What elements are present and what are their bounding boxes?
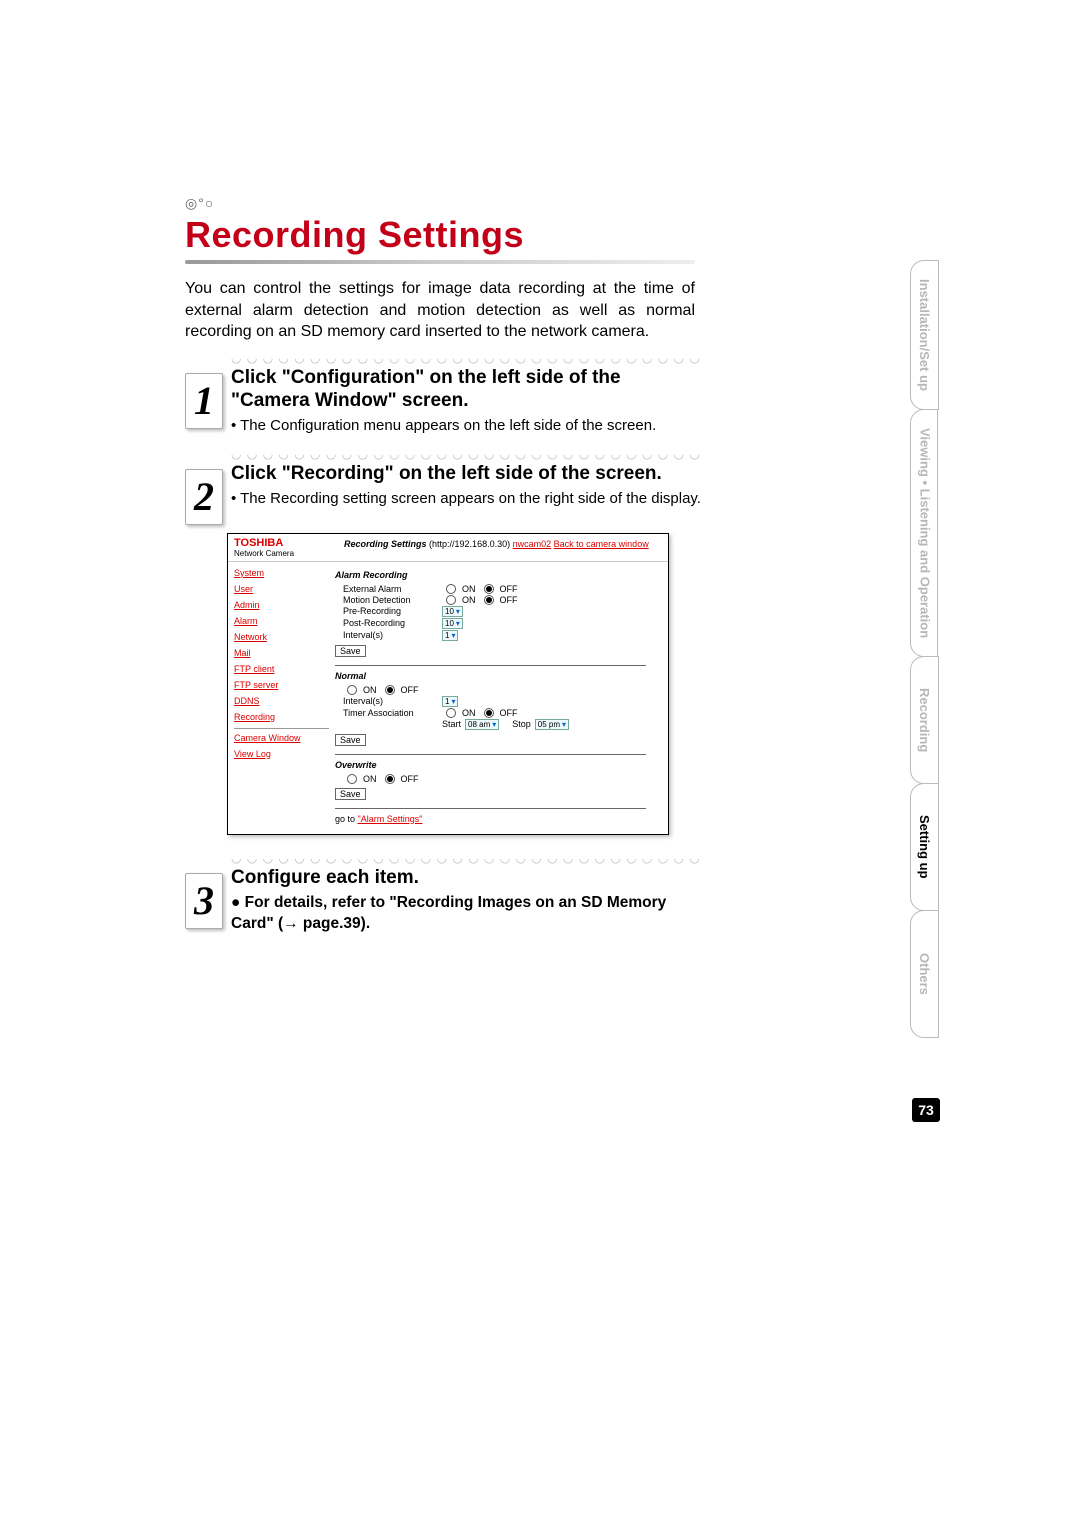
chevron-down-icon: ▾: [492, 720, 496, 729]
nav-ddns[interactable]: DDNS: [234, 696, 329, 706]
chevron-down-icon: ▾: [456, 619, 460, 628]
stop-label: Stop: [512, 719, 531, 729]
chevron-down-icon: ▾: [562, 720, 566, 729]
normal-interval-label: Interval(s): [343, 696, 438, 706]
screenshot-panel: TOSHIBA Network Camera Recording Setting…: [227, 533, 669, 835]
tab-viewing[interactable]: Viewing • Listening and Operation: [910, 409, 938, 657]
pre-rec-select[interactable]: 10▾: [442, 606, 463, 617]
step-title: Configure each item.: [231, 867, 701, 890]
pre-rec-label: Pre-Recording: [343, 606, 438, 616]
timer-on-radio[interactable]: [446, 708, 456, 718]
nav-network[interactable]: Network: [234, 632, 329, 642]
separator-dots: ◡ ◡ ◡ ◡ ◡ ◡ ◡ ◡ ◡ ◡ ◡ ◡ ◡ ◡ ◡ ◡ ◡ ◡ ◡ ◡ …: [231, 851, 701, 865]
separator-dots: ◡ ◡ ◡ ◡ ◡ ◡ ◡ ◡ ◡ ◡ ◡ ◡ ◡ ◡ ◡ ◡ ◡ ◡ ◡ ◡ …: [231, 447, 701, 461]
chevron-down-icon: ▾: [451, 697, 455, 706]
normal-save-button[interactable]: Save: [335, 734, 366, 746]
post-rec-select[interactable]: 10▾: [442, 618, 463, 629]
overwrite-on-radio[interactable]: [347, 774, 357, 784]
interval-select[interactable]: 1▾: [442, 630, 458, 641]
crumb-camera-link[interactable]: nwcam02: [513, 539, 552, 549]
ext-alarm-label: External Alarm: [343, 584, 438, 594]
off-label: OFF: [500, 708, 518, 718]
step-3: 3 ◡ ◡ ◡ ◡ ◡ ◡ ◡ ◡ ◡ ◡ ◡ ◡ ◡ ◡ ◡ ◡ ◡ ◡ ◡ …: [185, 851, 695, 936]
on-label: ON: [363, 774, 377, 784]
on-label: ON: [462, 595, 476, 605]
motion-label: Motion Detection: [343, 595, 438, 605]
intro-text: You can control the settings for image d…: [185, 278, 695, 343]
separator-dots: ◡ ◡ ◡ ◡ ◡ ◡ ◡ ◡ ◡ ◡ ◡ ◡ ◡ ◡ ◡ ◡ ◡ ◡ ◡ ◡ …: [231, 351, 701, 365]
timer-label: Timer Association: [343, 708, 438, 718]
overwrite-section-title: Overwrite: [335, 760, 662, 770]
nav-recording[interactable]: Recording: [234, 712, 329, 722]
timer-off-radio[interactable]: [484, 708, 494, 718]
config-nav: System User Admin Alarm Network Mail FTP…: [228, 562, 335, 834]
off-label: OFF: [500, 584, 518, 594]
step-title: Click "Configuration" on the left side o…: [231, 367, 701, 413]
tab-installation[interactable]: Installation/Set up: [910, 260, 939, 410]
step-number: 2: [185, 469, 223, 525]
chevron-down-icon: ▾: [451, 631, 455, 640]
header-circles-icon: ◎°○: [185, 195, 940, 212]
ext-alarm-off-radio[interactable]: [484, 584, 494, 594]
nav-camera-window[interactable]: Camera Window: [234, 733, 329, 743]
step-1: 1 ◡ ◡ ◡ ◡ ◡ ◡ ◡ ◡ ◡ ◡ ◡ ◡ ◡ ◡ ◡ ◡ ◡ ◡ ◡ …: [185, 351, 695, 441]
goto-alarm-settings-link[interactable]: "Alarm Settings": [358, 814, 423, 824]
start-select[interactable]: 08 am▾: [465, 719, 499, 730]
brand-subtitle: Network Camera: [234, 549, 344, 558]
stop-select[interactable]: 05 pm▾: [535, 719, 569, 730]
tab-others[interactable]: Others: [910, 910, 939, 1038]
tab-recording[interactable]: Recording: [910, 656, 939, 784]
nav-alarm[interactable]: Alarm: [234, 616, 329, 626]
step-bullet: • The Recording setting screen appears o…: [231, 489, 701, 509]
alarm-save-button[interactable]: Save: [335, 645, 366, 657]
on-label: ON: [462, 708, 476, 718]
ext-alarm-on-radio[interactable]: [446, 584, 456, 594]
chevron-down-icon: ▾: [456, 607, 460, 616]
normal-interval-select[interactable]: 1▾: [442, 696, 458, 707]
page-number: 73: [912, 1098, 940, 1122]
normal-off-radio[interactable]: [385, 685, 395, 695]
nav-admin[interactable]: Admin: [234, 600, 329, 610]
normal-section-title: Normal: [335, 671, 662, 681]
step-2: 2 ◡ ◡ ◡ ◡ ◡ ◡ ◡ ◡ ◡ ◡ ◡ ◡ ◡ ◡ ◡ ◡ ◡ ◡ ◡ …: [185, 447, 695, 525]
off-label: OFF: [500, 595, 518, 605]
step-title: Click "Recording" on the left side of th…: [231, 463, 701, 486]
crumb-title: Recording Settings: [344, 539, 427, 549]
nav-system[interactable]: System: [234, 568, 329, 578]
tab-setting-up[interactable]: Setting up: [910, 783, 939, 911]
on-label: ON: [462, 584, 476, 594]
off-label: OFF: [401, 774, 419, 784]
on-label: ON: [363, 685, 377, 695]
step-number: 1: [185, 373, 223, 429]
brand-logo: TOSHIBA: [234, 537, 344, 549]
section-tabs: Installation/Set up Viewing • Listening …: [910, 260, 950, 1037]
nav-ftp-client[interactable]: FTP client: [234, 664, 329, 674]
page-title: Recording Settings: [185, 214, 940, 256]
back-link[interactable]: Back to camera window: [554, 539, 649, 549]
step-number: 3: [185, 873, 223, 929]
motion-off-radio[interactable]: [484, 595, 494, 605]
overwrite-off-radio[interactable]: [385, 774, 395, 784]
step-bullet: • The Configuration menu appears on the …: [231, 416, 701, 436]
nav-view-log[interactable]: View Log: [234, 749, 329, 759]
nav-ftp-server[interactable]: FTP server: [234, 680, 329, 690]
title-underline: [185, 260, 695, 264]
start-label: Start: [442, 719, 461, 729]
crumb-url: (http://192.168.0.30): [429, 539, 510, 549]
motion-on-radio[interactable]: [446, 595, 456, 605]
nav-mail[interactable]: Mail: [234, 648, 329, 658]
step-subtext: ● For details, refer to "Recording Image…: [231, 893, 701, 935]
nav-user[interactable]: User: [234, 584, 329, 594]
alarm-section-title: Alarm Recording: [335, 570, 662, 580]
interval-label: Interval(s): [343, 630, 438, 640]
overwrite-save-button[interactable]: Save: [335, 788, 366, 800]
normal-on-radio[interactable]: [347, 685, 357, 695]
off-label: OFF: [401, 685, 419, 695]
goto-prefix: go to: [335, 814, 358, 824]
post-rec-label: Post-Recording: [343, 618, 438, 628]
